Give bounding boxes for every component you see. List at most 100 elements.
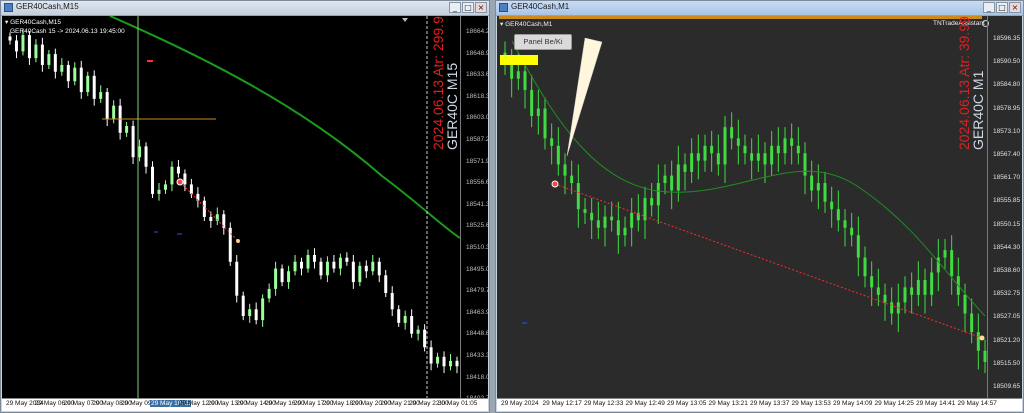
price-chart[interactable]: ▾ GER40Cash,M15 GER40Cash 15 -> 2024.06.…	[2, 16, 488, 399]
time-tick-label: 29 May 13:37	[750, 400, 790, 407]
price-tick-label: 18527.05	[993, 313, 1021, 321]
price-tick-label: 18618.30	[466, 92, 488, 100]
candle-body	[151, 166, 155, 194]
candle-body	[970, 313, 974, 333]
candle-body	[377, 261, 381, 276]
trade-exit-marker	[979, 335, 985, 341]
candle-body	[803, 153, 807, 176]
candle-body	[267, 288, 271, 299]
candle-body	[676, 164, 680, 191]
chart-symbol-label: ▾ GER40Cash,M15	[5, 19, 62, 26]
minimize-button[interactable]: _	[983, 2, 995, 13]
candle-body	[883, 294, 887, 303]
candle-body	[843, 220, 847, 228]
candle-body	[73, 67, 77, 82]
candle-body	[157, 189, 161, 194]
price-tick-label: 18590.50	[993, 58, 1021, 66]
trade-entry-marker	[176, 178, 184, 186]
candle-body	[616, 220, 620, 236]
moving-average-line	[109, 16, 461, 239]
candle-body	[756, 153, 760, 161]
window-titlebar[interactable]: GER40Cash,M1 _ □ ×	[496, 1, 1023, 16]
price-tick-label: 18448.65	[466, 330, 488, 338]
candle-body	[856, 235, 860, 258]
candle-body	[390, 292, 394, 310]
price-tick-label: 18603.00	[466, 114, 488, 122]
price-tick-label: 18571.95	[466, 157, 488, 165]
window-titlebar[interactable]: GER40Cash,M15 _ □ ×	[1, 1, 489, 16]
chart-symbol-text: GER40Cash,M1	[505, 21, 553, 28]
chart-window-m1[interactable]: GER40Cash,M1 _ □ × ▾ GER40Cash,M1 TNTrad…	[495, 0, 1024, 413]
candle-body	[60, 64, 64, 72]
price-tick-label: 18556.65	[466, 179, 488, 187]
candle-body	[138, 146, 142, 158]
candle-body	[99, 92, 103, 99]
candle-body	[670, 175, 674, 191]
candle-body	[47, 54, 51, 65]
candle-body	[261, 298, 265, 321]
candle-body	[596, 220, 600, 228]
candle-body	[783, 138, 787, 154]
candle-body	[743, 145, 747, 154]
price-axis-divider	[460, 16, 461, 399]
price-chart[interactable]: ▾ GER40Cash,M1 TNTradeAssistant Panel Be…	[497, 16, 1022, 399]
panel-be-ki-button[interactable]: Panel Be/Ki	[514, 34, 572, 50]
candle-body	[543, 108, 547, 139]
maximize-button[interactable]: □	[462, 2, 474, 13]
price-axis-divider	[987, 16, 988, 399]
candle-body	[903, 287, 907, 303]
candle-body	[8, 36, 12, 41]
candle-body	[92, 75, 96, 99]
price-tick-label: 18584.80	[993, 81, 1021, 89]
minimize-button[interactable]: _	[449, 2, 461, 13]
candle-body	[403, 316, 407, 323]
close-button[interactable]: ×	[1009, 2, 1021, 13]
candle-body	[563, 164, 567, 176]
candle-body	[306, 254, 310, 269]
time-tick-label: 30 May 01:05	[438, 400, 478, 407]
candle-body	[319, 261, 323, 276]
candle-body	[770, 145, 774, 165]
time-tick-label: 29 May 12:17	[542, 400, 582, 407]
time-tick-label: 29 May 12:33	[584, 400, 624, 407]
candle-body	[550, 138, 554, 146]
candle-body	[650, 197, 654, 206]
candle-body	[131, 126, 135, 158]
candle-body	[796, 145, 800, 154]
candle-body	[663, 175, 667, 184]
price-tick-label: 18587.25	[466, 136, 488, 143]
candle-body	[280, 268, 284, 283]
maximize-button[interactable]: □	[996, 2, 1008, 13]
candle-body	[603, 216, 607, 228]
candle-body	[723, 127, 727, 165]
price-tick-label: 18578.95	[993, 104, 1021, 112]
candle-body	[710, 145, 714, 154]
indicator-info-text: GER40Cash 15 -> 2024.06.13 19:45:00	[10, 28, 125, 35]
vertical-symbol-label: GER40C M15	[444, 62, 460, 150]
chart-canvas[interactable]	[2, 16, 488, 399]
candle-body	[254, 309, 258, 321]
chart-window-m15[interactable]: GER40Cash,M15 _ □ × ▾ GER40Cash,M15 GER4…	[0, 0, 490, 413]
price-tick-label: 18433.35	[466, 352, 488, 359]
candle-body	[358, 265, 362, 283]
candle-body	[656, 183, 660, 206]
candle-body	[53, 54, 57, 72]
candle-body	[371, 261, 375, 272]
candle-body	[338, 257, 342, 269]
candle-body	[21, 35, 25, 52]
chart-canvas[interactable]	[497, 16, 1022, 399]
close-button[interactable]: ×	[475, 2, 487, 13]
candle-body	[863, 257, 867, 277]
candle-body	[14, 40, 18, 52]
price-tick-label: 18550.15	[993, 220, 1021, 228]
candle-body	[830, 201, 834, 210]
candle-body	[943, 250, 947, 258]
candle-body	[850, 227, 854, 236]
candle-body	[34, 44, 38, 59]
candle-body	[516, 71, 520, 79]
candle-body	[189, 184, 193, 194]
candle-body	[963, 294, 967, 314]
candle-body	[836, 209, 840, 221]
candle-body	[576, 183, 580, 210]
price-tick-label: 18509.65	[993, 383, 1021, 390]
